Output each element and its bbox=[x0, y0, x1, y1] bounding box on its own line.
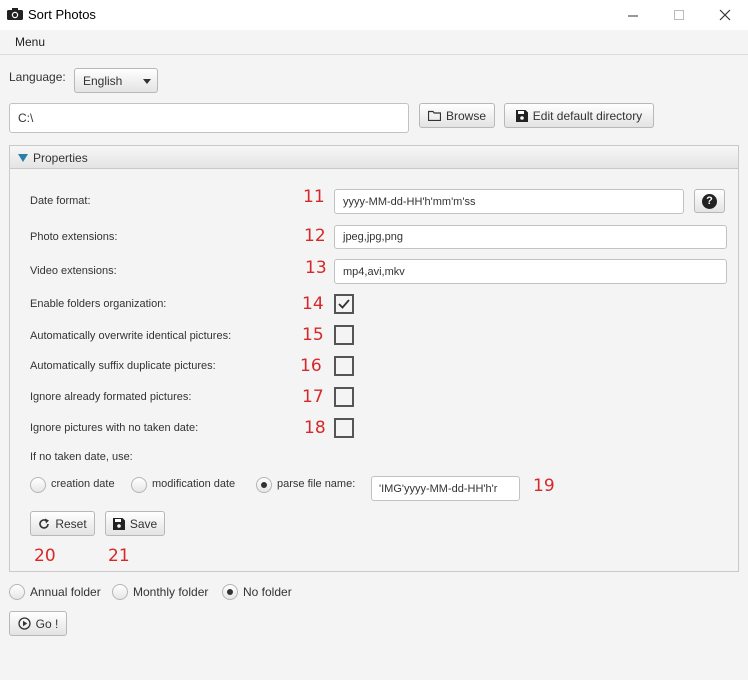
menu-bar: Menu bbox=[0, 30, 748, 55]
annotation-number: 20 bbox=[34, 546, 56, 566]
language-label: Language: bbox=[9, 70, 66, 84]
close-button[interactable] bbox=[702, 0, 748, 30]
filename-pattern-input[interactable]: 'IMG'yyyy-MM-dd-HH'h'r bbox=[371, 476, 520, 501]
directory-input[interactable]: C:\ bbox=[9, 103, 409, 133]
option-label: Automatically overwrite identical pictur… bbox=[30, 330, 232, 342]
minimize-icon bbox=[627, 15, 638, 16]
parse-file-name-radio[interactable] bbox=[256, 477, 272, 493]
no-folder-label: No folder bbox=[243, 585, 292, 599]
no-folder-radio[interactable] bbox=[222, 584, 238, 600]
folder-icon bbox=[427, 110, 441, 121]
video-extensions-input[interactable]: mp4,avi,mkv bbox=[334, 259, 727, 284]
annotation-number: 15 bbox=[302, 325, 324, 345]
annotation-number: 17 bbox=[302, 387, 324, 407]
help-icon: ? bbox=[702, 193, 717, 209]
radio-selected-dot bbox=[227, 589, 233, 595]
title-bar: Sort Photos bbox=[0, 0, 748, 30]
play-circle-icon bbox=[18, 617, 31, 630]
no-date-label: If no taken date, use: bbox=[30, 451, 133, 463]
option-label: Automatically suffix duplicate pictures: bbox=[30, 360, 216, 372]
date-format-label: Date format: bbox=[30, 195, 91, 207]
refresh-icon bbox=[39, 518, 50, 529]
creation-date-label: creation date bbox=[51, 478, 115, 490]
check-icon bbox=[338, 299, 350, 309]
ignore-formated-checkbox[interactable] bbox=[334, 387, 354, 407]
properties-header[interactable]: Properties bbox=[9, 145, 739, 169]
close-icon bbox=[719, 9, 731, 21]
parse-file-name-label: parse file name: bbox=[277, 478, 356, 490]
modification-date-radio[interactable] bbox=[131, 477, 147, 493]
maximize-icon bbox=[673, 9, 684, 20]
window-title: Sort Photos bbox=[28, 7, 96, 22]
annotation-number: 12 bbox=[304, 226, 326, 246]
monthly-folder-label: Monthly folder bbox=[133, 585, 209, 599]
creation-date-radio[interactable] bbox=[30, 477, 46, 493]
annotation-number: 13 bbox=[305, 258, 327, 278]
annotation-number: 11 bbox=[303, 187, 325, 207]
annual-folder-label: Annual folder bbox=[30, 585, 101, 599]
option-label: Ignore already formated pictures: bbox=[30, 391, 192, 403]
reset-button[interactable]: Reset bbox=[30, 511, 95, 536]
save-icon bbox=[112, 517, 125, 530]
language-select[interactable]: English bbox=[74, 68, 158, 93]
save-label: Save bbox=[129, 516, 158, 531]
option-label: Ignore pictures with no taken date: bbox=[30, 422, 199, 434]
minimize-button[interactable] bbox=[610, 0, 656, 30]
date-format-input[interactable]: yyyy-MM-dd-HH'h'mm'm'ss bbox=[334, 189, 684, 214]
suffix-duplicate-checkbox[interactable] bbox=[334, 356, 354, 376]
annotation-number: 14 bbox=[302, 294, 324, 314]
triangle-down-icon bbox=[18, 154, 28, 162]
photo-extensions-input[interactable]: jpeg,jpg,png bbox=[334, 225, 727, 249]
enable-folders-checkbox[interactable] bbox=[334, 294, 354, 314]
monthly-folder-radio[interactable] bbox=[112, 584, 128, 600]
overwrite-identical-checkbox[interactable] bbox=[334, 325, 354, 345]
video-extensions-label: Video extensions: bbox=[30, 265, 117, 277]
option-label: Enable folders organization: bbox=[30, 298, 167, 310]
annotation-number: 16 bbox=[300, 356, 322, 376]
camera-icon bbox=[7, 8, 23, 20]
maximize-button[interactable] bbox=[656, 0, 702, 30]
go-label: Go ! bbox=[35, 616, 59, 631]
reset-label: Reset bbox=[55, 516, 87, 531]
annotation-number: 18 bbox=[304, 418, 326, 438]
modification-date-label: modification date bbox=[152, 478, 236, 490]
radio-selected-dot bbox=[261, 482, 267, 488]
properties-title: Properties bbox=[33, 151, 88, 165]
go-button[interactable]: Go ! bbox=[9, 611, 67, 636]
annotation-number: 21 bbox=[108, 546, 130, 566]
annotation-number: 19 bbox=[533, 476, 555, 496]
browse-label: Browse bbox=[445, 108, 486, 123]
save-button[interactable]: Save bbox=[105, 511, 165, 536]
language-value: English bbox=[83, 73, 123, 88]
chevron-down-icon bbox=[143, 79, 151, 84]
edit-default-directory-button[interactable]: Edit default directory bbox=[504, 103, 654, 128]
annual-folder-radio[interactable] bbox=[9, 584, 25, 600]
browse-button[interactable]: Browse bbox=[419, 103, 495, 128]
edit-default-directory-label: Edit default directory bbox=[532, 108, 643, 123]
ignore-no-date-checkbox[interactable] bbox=[334, 418, 354, 438]
save-icon bbox=[515, 109, 528, 122]
help-button[interactable]: ? bbox=[694, 189, 725, 213]
photo-extensions-label: Photo extensions: bbox=[30, 231, 118, 243]
menu-item[interactable]: Menu bbox=[15, 35, 45, 49]
